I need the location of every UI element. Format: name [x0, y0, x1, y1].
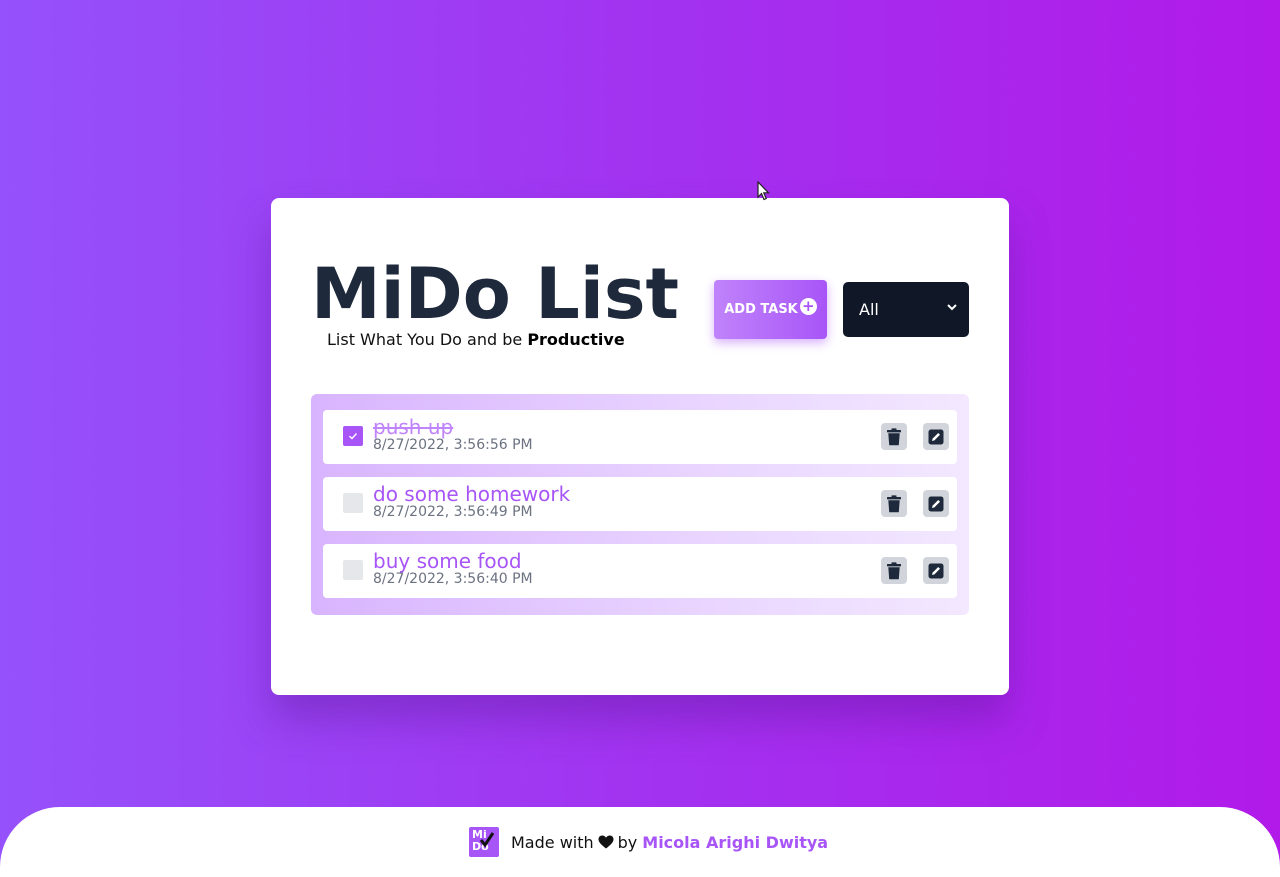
- edit-icon: [928, 496, 944, 511]
- task-list: push up 8/27/2022, 3:56:56 PM do some ho…: [311, 394, 969, 615]
- edit-icon: [928, 429, 944, 444]
- todo-card: MiDo List List What You Do and be Produc…: [271, 198, 1009, 695]
- mouse-cursor-icon: [757, 181, 770, 201]
- trash-icon: [887, 427, 901, 445]
- heart-icon: [598, 835, 614, 849]
- add-task-label: ADD TASK: [724, 302, 798, 317]
- task-title: push up: [373, 415, 454, 439]
- task-time: 8/27/2022, 3:56:49 PM: [373, 504, 533, 520]
- by-text: by: [617, 832, 638, 852]
- chevron-down-icon: [947, 304, 957, 311]
- logo-check-icon: [479, 832, 495, 848]
- delete-task-button[interactable]: [881, 557, 907, 584]
- subtitle-bold: Productive: [527, 330, 625, 349]
- mido-logo: Mi Do: [469, 827, 499, 857]
- task-title: do some homework: [373, 482, 571, 506]
- task-item: buy some food 8/27/2022, 3:56:40 PM: [323, 544, 957, 598]
- filter-selected-value: All: [859, 300, 879, 319]
- subtitle-text: List What You Do and be: [327, 330, 528, 349]
- task-time: 8/27/2022, 3:56:56 PM: [373, 437, 533, 453]
- made-with-text: Made with: [511, 832, 594, 852]
- add-task-button[interactable]: ADD TASK +: [714, 280, 827, 339]
- task-title: buy some food: [373, 549, 522, 573]
- filter-select[interactable]: All: [843, 282, 969, 337]
- task-checkbox[interactable]: [343, 426, 363, 446]
- delete-task-button[interactable]: [881, 423, 907, 450]
- plus-circle-icon: +: [799, 298, 817, 315]
- delete-task-button[interactable]: [881, 490, 907, 517]
- footer: Mi Do Made with by Micola Arighi Dwitya: [0, 807, 1280, 877]
- author-link[interactable]: Micola Arighi Dwitya: [642, 833, 828, 852]
- task-checkbox[interactable]: [343, 493, 363, 513]
- edit-task-button[interactable]: [923, 490, 949, 517]
- task-checkbox[interactable]: [343, 560, 363, 580]
- trash-icon: [887, 494, 901, 512]
- trash-icon: [887, 561, 901, 579]
- task-time: 8/27/2022, 3:56:40 PM: [373, 571, 533, 587]
- app-title: MiDo List: [311, 253, 679, 335]
- footer-credit: Mi Do Made with by Micola Arighi Dwitya: [469, 827, 828, 857]
- edit-task-button[interactable]: [923, 557, 949, 584]
- app-subtitle: List What You Do and be Productive: [327, 330, 625, 349]
- edit-task-button[interactable]: [923, 423, 949, 450]
- task-item: push up 8/27/2022, 3:56:56 PM: [323, 410, 957, 464]
- checkmark-icon: [349, 433, 358, 440]
- task-item: do some homework 8/27/2022, 3:56:49 PM: [323, 477, 957, 531]
- edit-icon: [928, 563, 944, 578]
